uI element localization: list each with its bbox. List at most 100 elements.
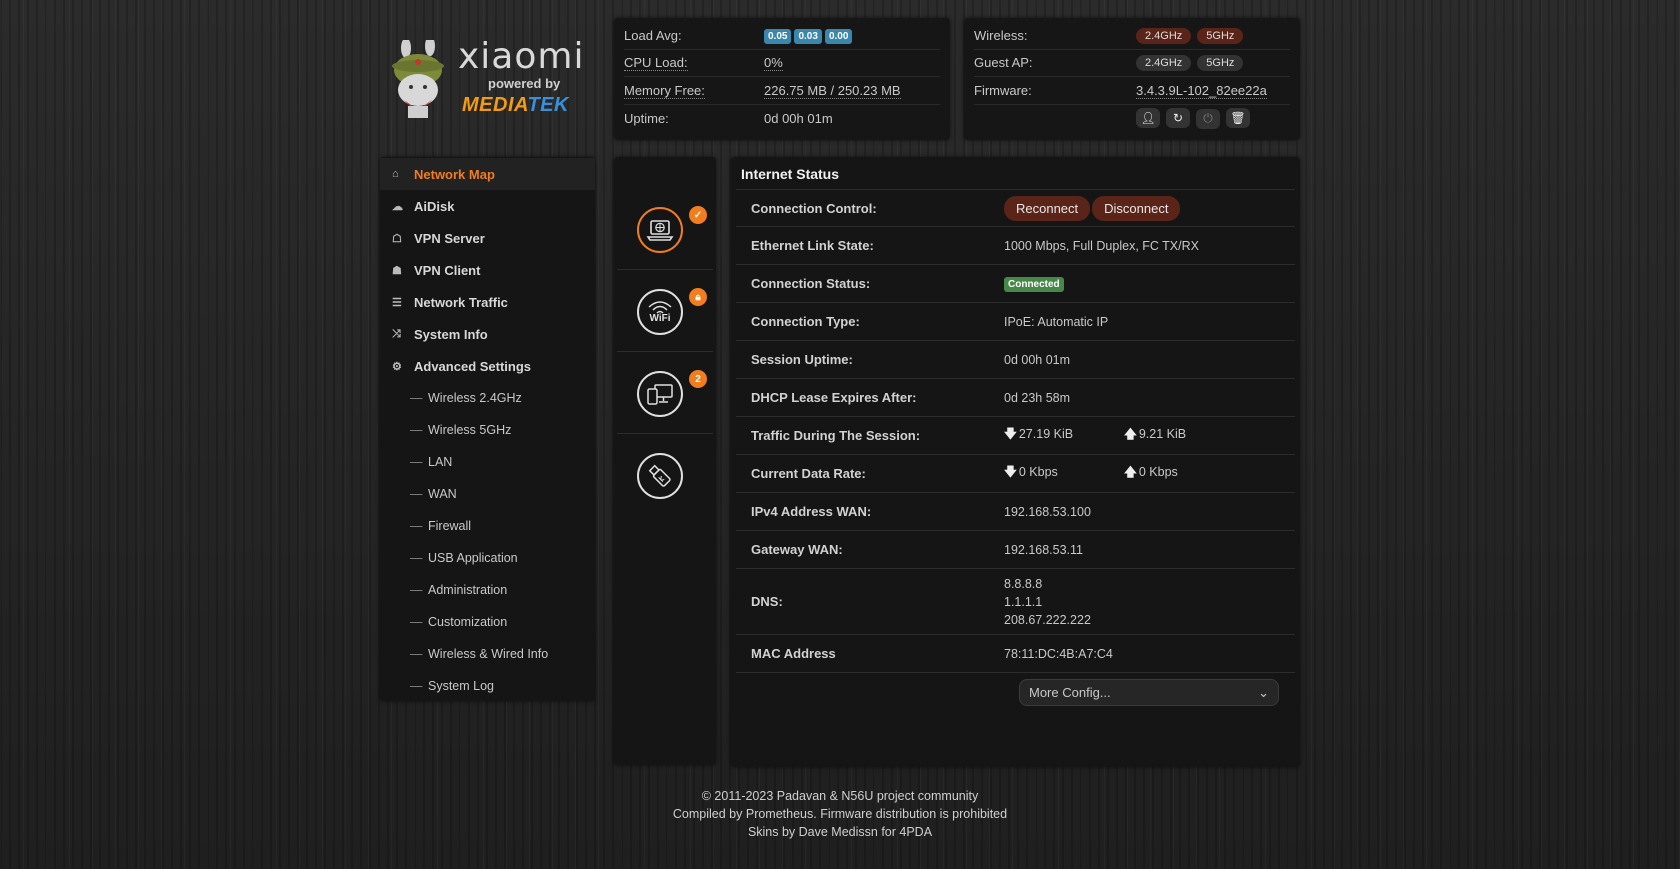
sidebar-subitem-customization[interactable]: — Customization	[380, 606, 595, 638]
power-icon[interactable]: ⏻	[1196, 108, 1220, 129]
clients-status-icon[interactable]	[637, 371, 683, 417]
firmware-label: Firmware:	[974, 82, 1032, 98]
dash-icon: —	[410, 455, 423, 469]
traffic-session-values: 🡇︎ 27.19 KiB 🡅︎ 9.21 KiB	[1004, 425, 1244, 446]
table-row: Connection Control: Reconnect Disconnect	[736, 189, 1295, 227]
check-icon: ✓	[689, 206, 707, 224]
wireless-label: Wireless:	[974, 27, 1028, 43]
session-uptime-value: 0d 00h 01m	[1004, 352, 1071, 367]
sidebar-item-advanced-settings[interactable]: ⚙︎ Advanced Settings	[380, 350, 595, 382]
dhcp-lease-value: 0d 23h 58m	[1004, 390, 1071, 405]
guest-5-button[interactable]: 5GHz	[1197, 55, 1244, 72]
dns-2: 1.1.1.1	[1004, 594, 1043, 609]
dash-icon: —	[410, 615, 423, 629]
home-icon: ⌂	[392, 168, 399, 180]
guest-24-button[interactable]: 2.4GHz	[1136, 55, 1192, 72]
ethernet-link-label: Ethernet Link State:	[751, 238, 874, 253]
dns-values: 8.8.8.8 1.1.1.1 208.67.222.222	[1004, 575, 1091, 629]
sidebar-subitem-label: Wireless 2.4GHz	[428, 391, 522, 405]
table-row: MAC Address 78:11:DC:4B:A7:C4	[736, 635, 1295, 673]
sidebar-item-aidisk[interactable]: ☁︎ AiDisk	[380, 190, 595, 222]
table-row: IPv4 Address WAN: 192.168.53.100	[736, 493, 1295, 531]
arrow-down-icon: 🡇︎	[1004, 465, 1017, 479]
mi-bunny-mascot-icon	[392, 40, 444, 118]
wifi-status-icon[interactable]: WiFi	[637, 289, 683, 335]
wireless-24-button[interactable]: 2.4GHz	[1136, 27, 1192, 44]
sidebar-item-vpn-client[interactable]: ☗ VPN Client	[380, 254, 595, 286]
wireless-5-button[interactable]: 5GHz	[1197, 27, 1244, 44]
dash-icon: —	[410, 391, 423, 405]
chevron-down-icon: ⌄	[1258, 684, 1269, 700]
internet-status-panel: Internet Status Connection Control: Reco…	[731, 157, 1300, 767]
connection-type-label: Connection Type:	[751, 314, 860, 329]
traffic-down-value: 27.19 KiB	[1018, 427, 1074, 441]
connection-control-label: Connection Control:	[751, 200, 877, 216]
guest-ap-label: Guest AP:	[974, 55, 1033, 71]
sidebar-item-system-info[interactable]: ⤨ System Info	[380, 318, 595, 350]
sidebar-subitem-administration[interactable]: — Administration	[380, 574, 595, 606]
memory-value[interactable]: 226.75 MB / 250.23 MB	[764, 82, 901, 99]
data-rate-label: Current Data Rate:	[751, 466, 866, 481]
memory-label-wrap: Memory Free:	[624, 82, 764, 99]
status-table: Connection Control: Reconnect Disconnect …	[736, 189, 1295, 673]
arrow-down-icon: 🡇︎	[1004, 427, 1017, 441]
sidebar-item-label: AiDisk	[414, 198, 455, 214]
load-avg-label: Load Avg:	[624, 27, 682, 43]
sidebar-item-vpn-server[interactable]: ☖ VPN Server	[380, 222, 595, 254]
dash-icon: —	[410, 679, 423, 693]
internet-cell[interactable]: ✓	[617, 188, 713, 270]
more-config-select[interactable]: More Config... ⌄	[1019, 679, 1279, 706]
sidebar-subitem-wireless-24[interactable]: — Wireless 2.4GHz	[380, 382, 595, 414]
brand-name: xiaomi	[458, 36, 585, 77]
mediatek-part-b: TEK	[527, 94, 569, 116]
load-avg-15: 0.00	[824, 28, 853, 44]
ethernet-link-value: 1000 Mbps, Full Duplex, FC TX/RX	[1004, 238, 1199, 253]
load-avg-1: 0.05	[764, 28, 792, 44]
sidebar-subitem-firewall[interactable]: — Firewall	[380, 510, 595, 542]
sidebar-subitem-wireless-5[interactable]: — Wireless 5GHz	[380, 414, 595, 446]
sidebar-subitem-wireless-wired-info[interactable]: — Wireless & Wired Info	[380, 638, 595, 670]
status-badge: Connected	[1004, 276, 1064, 292]
arrow-up-icon: 🡅︎	[1124, 427, 1137, 441]
sidebar-subitem-wan[interactable]: — WAN	[380, 478, 595, 510]
cpu-load-label[interactable]: CPU Load:	[624, 55, 688, 72]
sidebar-item-network-traffic[interactable]: ☰ Network Traffic	[380, 286, 595, 318]
memory-label[interactable]: Memory Free:	[624, 82, 705, 99]
connection-control-buttons: Reconnect Disconnect	[1004, 195, 1182, 221]
trash-icon[interactable]: 🗑︎	[1226, 108, 1250, 128]
clients-cell[interactable]: 2	[617, 352, 713, 434]
reboot-icon[interactable]: ↻	[1166, 108, 1190, 128]
mac-address-label: MAC Address	[751, 646, 836, 661]
firmware-value[interactable]: 3.4.3.9L-102_82ee22a	[1136, 82, 1267, 99]
sidebar-item-label: VPN Client	[414, 262, 481, 278]
list-icon: ☰	[392, 296, 402, 309]
table-row: Gateway WAN: 192.168.53.11	[736, 531, 1295, 569]
traffic-up-value: 9.21 KiB	[1138, 427, 1187, 441]
lock-icon: 🔒︎	[689, 288, 707, 306]
cpu-load-value[interactable]: 0%	[764, 55, 783, 72]
client-icon: ☗	[392, 264, 402, 277]
sidebar-item-label: VPN Server	[414, 230, 485, 246]
disconnect-button[interactable]: Disconnect	[1092, 195, 1181, 221]
wifi-label: WiFi	[649, 313, 671, 324]
wifi-cell[interactable]: WiFi 🔒︎	[617, 270, 713, 352]
ipv4-wan-label: IPv4 Address WAN:	[751, 504, 872, 519]
user-icon[interactable]: 👤︎	[1136, 108, 1160, 128]
internet-status-icon[interactable]	[637, 207, 683, 253]
sidebar-subitem-label: USB Application	[428, 551, 518, 565]
sidebar-subitem-usb-application[interactable]: — USB Application	[380, 542, 595, 574]
dash-icon: —	[410, 647, 423, 661]
gateway-wan-label: Gateway WAN:	[751, 542, 843, 557]
table-row: Current Data Rate: 🡇︎ 0 Kbps 🡅︎ 0 Kbps	[736, 455, 1295, 493]
reconnect-button[interactable]: Reconnect	[1004, 195, 1091, 221]
usb-status-icon[interactable]	[637, 453, 683, 499]
sidebar-subitem-system-log[interactable]: — System Log	[380, 670, 595, 702]
cpu-load-label-wrap: CPU Load:	[624, 55, 764, 72]
sidebar-subitem-label: System Log	[428, 679, 495, 693]
connection-type-value: IPoE: Automatic IP	[1004, 314, 1109, 329]
sidebar-item-network-map[interactable]: ⌂ Network Map	[380, 158, 595, 190]
table-row: Session Uptime: 0d 00h 01m	[736, 341, 1295, 379]
clients-count-badge: 2	[689, 370, 707, 388]
sidebar-subitem-lan[interactable]: — LAN	[380, 446, 595, 478]
usb-cell[interactable]	[617, 434, 713, 516]
